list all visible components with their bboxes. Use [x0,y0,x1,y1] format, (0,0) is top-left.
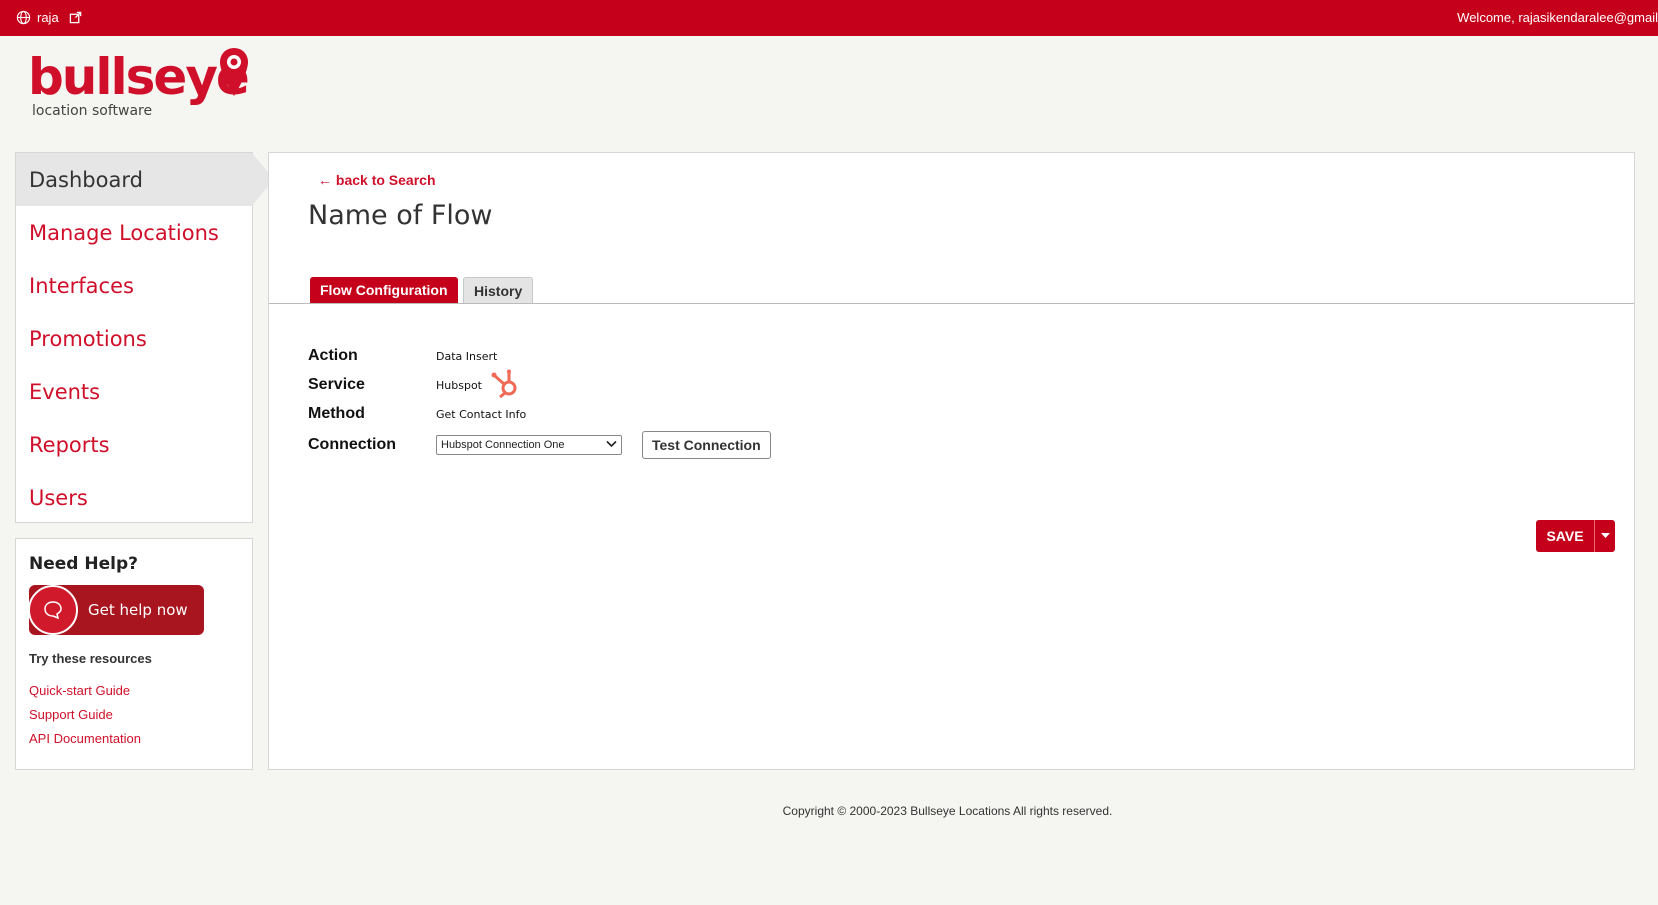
save-button[interactable]: SAVE [1536,520,1594,552]
method-value: Get Contact Info [436,407,527,421]
service-value: Hubspot [436,378,482,392]
help-title: Need Help? [29,554,138,574]
action-label: Action [308,347,358,364]
external-link-icon[interactable] [69,11,82,24]
logo-tagline: location software [32,103,153,119]
resources-title: Try these resources [29,651,152,666]
connection-label: Connection [308,436,396,453]
test-connection-button[interactable]: Test Connection [642,431,771,459]
logo-wordmark: bullseye [28,48,250,106]
chevron-down-icon [606,439,617,451]
chat-bubble-icon [28,585,78,635]
save-options-dropdown[interactable] [1594,520,1615,552]
support-guide-link[interactable]: Support Guide [29,703,239,727]
tab-bar: Flow Configuration History [269,277,1634,304]
method-label: Method [308,405,365,422]
page-title: Name of Flow [308,200,493,231]
back-to-search-link[interactable]: ← back to Search [318,172,436,188]
sidebar-item-promotions[interactable]: Promotions [16,312,252,365]
get-help-button[interactable]: Get help now [28,585,204,635]
get-help-label: Get help now [88,601,188,619]
tab-history[interactable]: History [463,277,534,303]
sidebar-item-interfaces[interactable]: Interfaces [16,259,252,312]
user-menu[interactable]: raja [16,10,82,25]
connection-row: Connection Hubspot Connection One Test C… [308,430,771,460]
quick-start-guide-link[interactable]: Quick-start Guide [29,679,239,703]
save-split-button: SAVE [1536,520,1615,552]
service-label: Service [308,376,365,393]
help-panel: Need Help? Get help now Try these resour… [15,538,253,770]
top-bar: raja Welcome, rajasikendaralee@gmail [0,0,1658,36]
action-value: Data Insert [436,349,498,363]
connection-select-value: Hubspot Connection One [441,439,565,451]
main-panel: ← back to Search Name of Flow Flow Confi… [268,152,1635,770]
api-documentation-link[interactable]: API Documentation [29,727,239,751]
sidebar-nav: Dashboard Manage Locations Interfaces Pr… [15,152,274,524]
globe-icon [16,10,31,25]
sidebar-item-users[interactable]: Users [16,471,252,524]
sidebar-item-reports[interactable]: Reports [16,418,252,471]
bullseye-logo[interactable]: bullseye location software [28,46,258,122]
connection-select[interactable]: Hubspot Connection One [436,435,622,455]
arrow-left-icon: ← [318,172,332,188]
username[interactable]: raja [37,10,59,25]
location-pin-icon [220,48,248,96]
sidebar-item-manage-locations[interactable]: Manage Locations [16,206,252,259]
method-row: Method Get Contact Info [308,401,526,427]
service-row: Service Hubspot [308,369,521,398]
hubspot-icon [491,367,521,404]
sidebar-item-dashboard[interactable]: Dashboard [16,153,274,206]
caret-down-icon [1600,533,1610,538]
tab-flow-configuration[interactable]: Flow Configuration [310,277,458,303]
sidebar-item-events[interactable]: Events [16,365,252,418]
footer-copyright: Copyright © 2000-2023 Bullseye Locations… [782,804,1113,818]
action-row: Action Data Insert [308,343,497,369]
back-link-label: back to Search [335,172,436,188]
welcome-text: Welcome, rajasikendaralee@gmail [1457,10,1658,25]
